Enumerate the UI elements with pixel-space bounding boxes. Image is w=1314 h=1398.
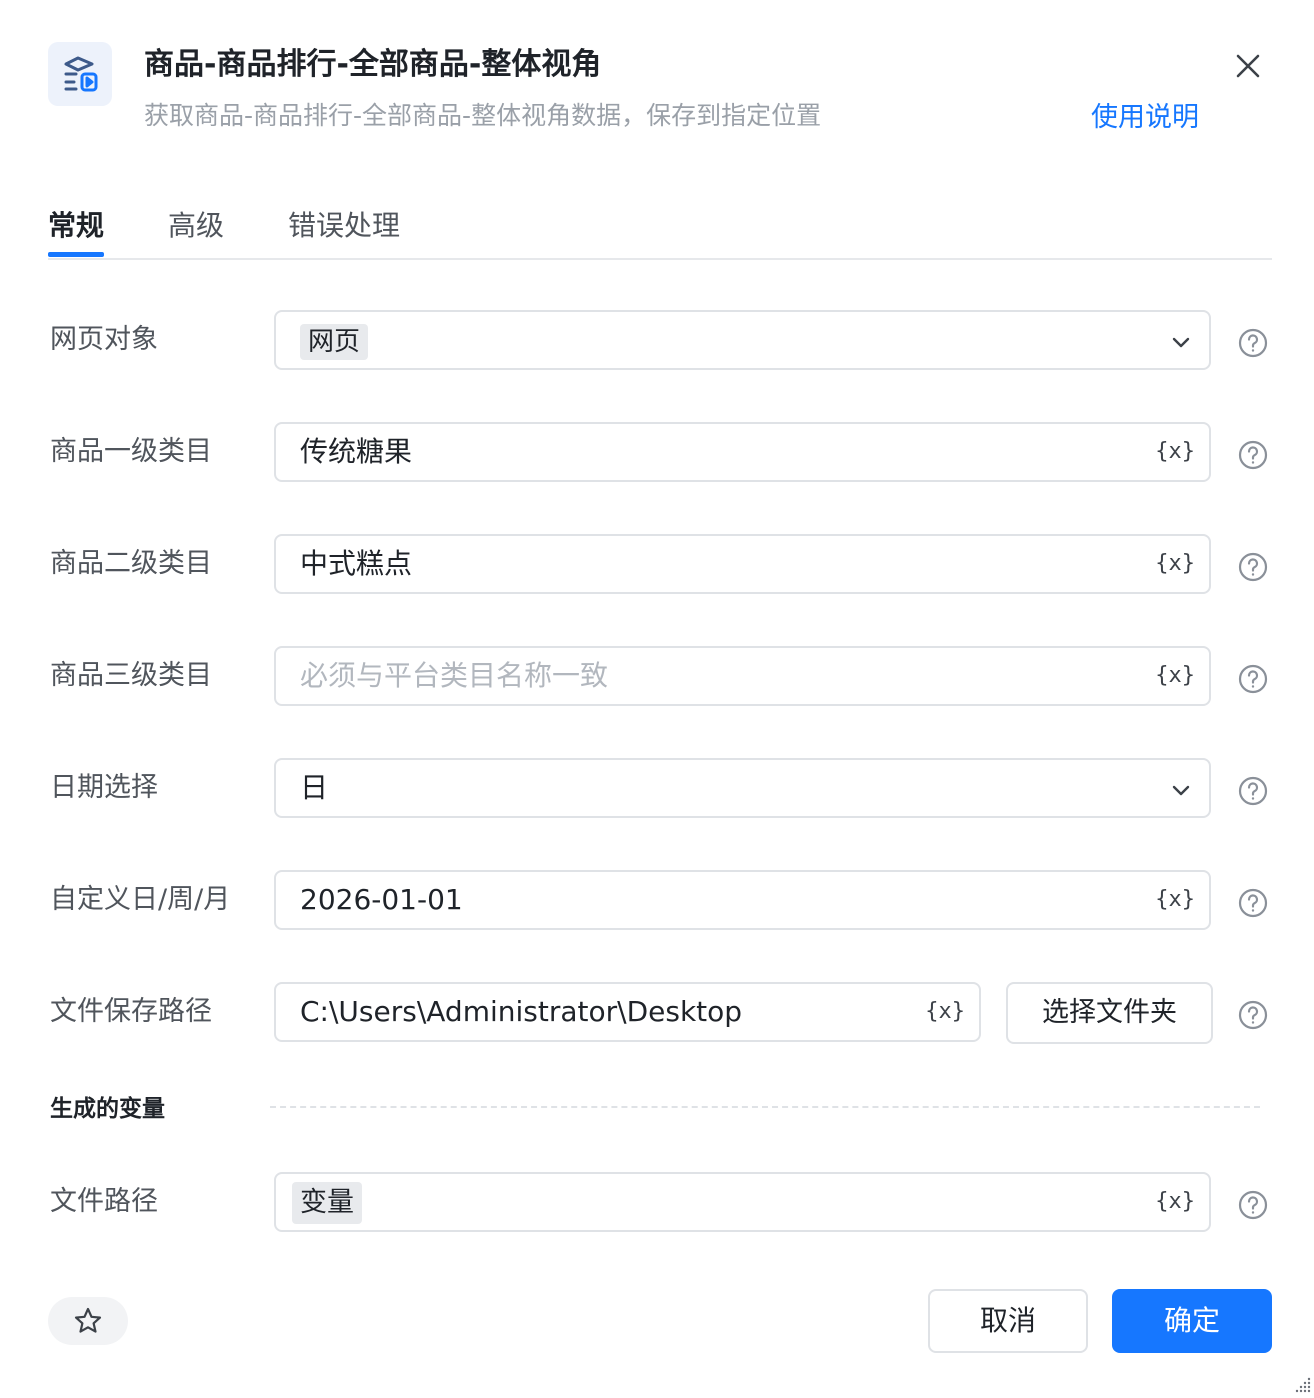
help-icon[interactable] [1237,327,1269,359]
save-path-value: C:\Users\Administrator\Desktop [300,995,743,1028]
app-icon [48,42,112,106]
resize-grip-icon[interactable] [1292,1374,1312,1394]
category2-value: 中式糕点 [300,547,413,580]
favorite-button[interactable] [48,1297,128,1345]
tab-error-handling[interactable]: 错误处理 [288,206,400,246]
dialog-title: 商品-商品排行-全部商品-整体视角 [144,47,602,82]
file-path-label: 文件路径 [50,1186,158,1217]
tab-bar: 常规 高级 错误处理 [48,196,1272,260]
help-icon[interactable] [1237,887,1269,919]
save-path-input[interactable]: C:\Users\Administrator\Desktop {x} [274,982,981,1042]
category2-input[interactable]: 中式糕点 {x} [274,534,1211,594]
variable-icon[interactable]: {x} [1155,1188,1195,1216]
category3-label: 商品三级类目 [50,660,212,691]
category3-placeholder: 必须与平台类目名称一致 [300,659,609,692]
select-folder-button[interactable]: 选择文件夹 [1006,982,1213,1044]
help-icon[interactable] [1237,775,1269,807]
tab-general[interactable]: 常规 [48,206,104,246]
chevron-down-icon[interactable] [1169,778,1193,802]
category3-input[interactable]: 必须与平台类目名称一致 {x} [274,646,1211,706]
save-path-label: 文件保存路径 [50,996,212,1027]
chevron-down-icon[interactable] [1169,330,1193,354]
active-tab-indicator [48,252,104,257]
help-icon[interactable] [1237,999,1269,1031]
category2-label: 商品二级类目 [50,548,212,579]
section-divider [270,1106,1260,1108]
variable-icon[interactable]: {x} [1155,550,1195,578]
file-path-variable-tag: 变量 [292,1182,362,1224]
confirm-button[interactable]: 确定 [1112,1289,1272,1353]
date-select-label: 日期选择 [50,772,158,803]
file-path-variable-input[interactable]: 变量 {x} [274,1172,1211,1232]
generated-variables-title: 生成的变量 [50,1096,165,1122]
star-icon [74,1307,102,1333]
web-object-tag: 网页 [300,324,369,360]
web-object-label: 网页对象 [50,324,158,355]
date-select-value: 日 [300,771,329,804]
web-object-select[interactable]: 网页 [274,310,1211,370]
help-doc-link[interactable]: 使用说明 [1091,98,1199,138]
category1-value: 传统糖果 [300,435,413,468]
custom-date-label: 自定义日/周/月 [50,884,231,915]
category1-label: 商品一级类目 [50,436,212,467]
variable-icon[interactable]: {x} [1155,662,1195,690]
variable-icon[interactable]: {x} [925,998,965,1026]
variable-icon[interactable]: {x} [1155,886,1195,914]
help-icon[interactable] [1237,1189,1269,1221]
tab-advanced[interactable]: 高级 [168,206,224,246]
dialog-subtitle: 获取商品-商品排行-全部商品-整体视角数据，保存到指定位置 [144,101,822,130]
custom-date-value: 2026-01-01 [300,883,463,916]
variable-icon[interactable]: {x} [1155,438,1195,466]
help-icon[interactable] [1237,551,1269,583]
date-select[interactable]: 日 [274,758,1211,818]
category1-input[interactable]: 传统糖果 {x} [274,422,1211,482]
custom-date-input[interactable]: 2026-01-01 {x} [274,870,1211,930]
help-icon[interactable] [1237,439,1269,471]
cancel-button[interactable]: 取消 [928,1289,1088,1353]
help-icon[interactable] [1237,663,1269,695]
close-icon[interactable] [1230,48,1266,84]
